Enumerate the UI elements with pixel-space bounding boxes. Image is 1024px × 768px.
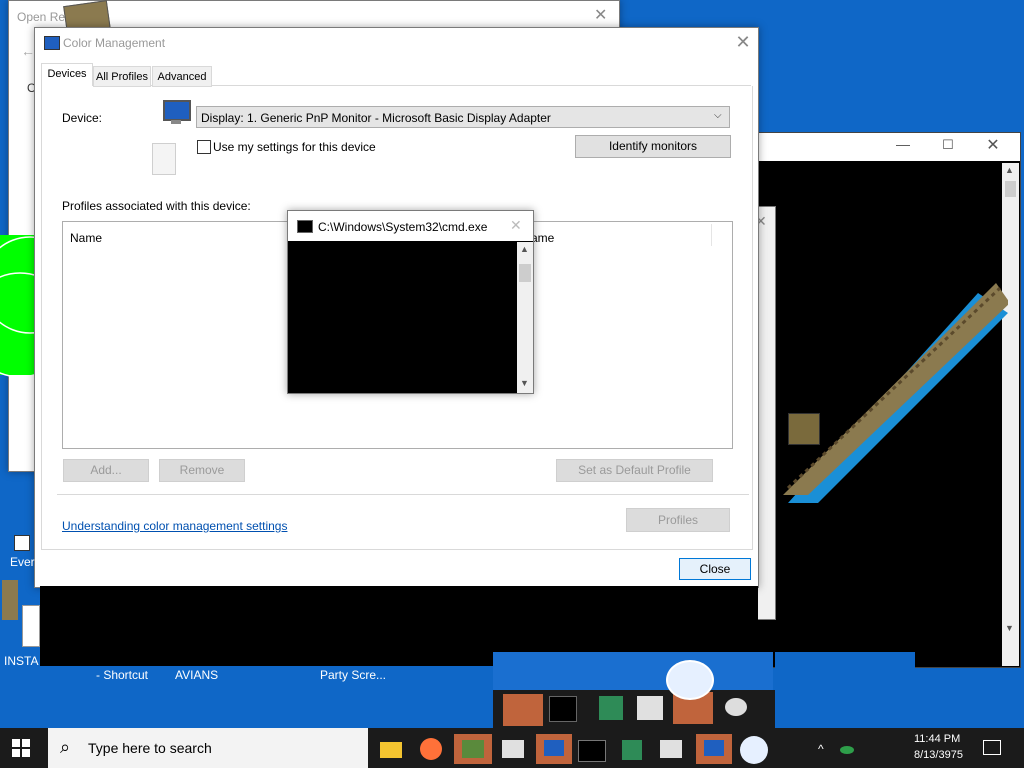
device-dropdown-value: Display: 1. Generic PnP Monitor - Micros…: [201, 111, 551, 125]
desktop-label-ever[interactable]: Ever: [10, 555, 35, 569]
tab-advanced[interactable]: Advanced: [152, 66, 212, 87]
start-icon[interactable]: [12, 739, 30, 757]
scroll-down-icon[interactable]: ▼: [1005, 623, 1014, 633]
cmd-scroll-up-icon[interactable]: ▲: [520, 244, 529, 254]
chevron-down-icon: ⌵: [714, 110, 722, 121]
color-management-taskbar-icon[interactable]: [696, 734, 732, 764]
device-settings-icon: [152, 143, 176, 175]
close-button[interactable]: Close: [679, 558, 751, 580]
search-icon: ⌕: [60, 737, 71, 757]
identify-monitors-button[interactable]: Identify monitors: [575, 135, 731, 158]
info-taskbar-icon[interactable]: [738, 734, 770, 764]
profiles-label: Profiles associated with this device:: [62, 199, 251, 213]
device-dropdown[interactable]: Display: 1. Generic PnP Monitor - Micros…: [196, 106, 730, 128]
cmd-scroll-down-icon[interactable]: ▼: [520, 378, 529, 388]
cmd-window[interactable]: C:\Windows\System32\cmd.exe ✕ ▲ ▼: [287, 210, 534, 394]
notification-icon[interactable]: [983, 740, 1001, 755]
separator-line: [57, 494, 749, 495]
desktop-label-party[interactable]: Party Scre...: [320, 668, 386, 682]
maximize-icon[interactable]: ☐: [933, 137, 963, 159]
monitor-icon: [161, 100, 191, 124]
task-icon-monitor[interactable]: [536, 734, 572, 764]
set-default-profile-button[interactable]: Set as Default Profile: [556, 459, 713, 482]
document-icon[interactable]: [22, 605, 40, 647]
ghost-cmd-icon[interactable]: [549, 696, 577, 722]
cmd-close-icon[interactable]: ✕: [510, 217, 522, 234]
desktop-label-shortcut[interactable]: - Shortcut: [96, 668, 148, 682]
name-column-header-right[interactable]: ame: [531, 231, 554, 245]
open-recent-title: Open Rec: [17, 10, 72, 24]
search-placeholder: Type here to search: [88, 740, 212, 756]
green-app-icon[interactable]: [616, 734, 648, 764]
tab-all-profiles[interactable]: All Profiles: [93, 66, 151, 87]
cmd-icon: [297, 220, 313, 233]
info-badge-icon: [666, 660, 714, 700]
desktop-label-insta[interactable]: INSTA: [4, 654, 38, 668]
dialog-close-icon[interactable]: ✕: [728, 28, 758, 58]
close-icon[interactable]: ✕: [978, 135, 1008, 157]
small-image-icon: [788, 413, 820, 445]
shortcut-icon[interactable]: [14, 535, 30, 551]
add-button[interactable]: Add...: [63, 459, 149, 482]
color-management-icon: [44, 36, 60, 50]
insta-icon[interactable]: [2, 580, 18, 620]
window-app-icon[interactable]: [498, 734, 530, 764]
taskbar-date[interactable]: 8/13/3975: [914, 749, 963, 761]
tab-devices[interactable]: Devices: [41, 63, 93, 86]
taskbar-search-box[interactable]: ⌕ Type here to search: [48, 728, 368, 768]
diagonal-log-graphic: [783, 283, 1008, 503]
ghost-app-icon[interactable]: [599, 696, 623, 720]
firefox-icon[interactable]: [416, 734, 448, 764]
use-settings-checkbox[interactable]: [197, 140, 211, 154]
background-black-window[interactable]: — ☐ ✕ ▲ ▼: [757, 132, 1021, 668]
ghost-disk-icon[interactable]: [725, 698, 747, 716]
dialog-title: Color Management: [63, 36, 166, 50]
scroll-up-icon[interactable]: ▲: [1005, 165, 1014, 175]
remove-button[interactable]: Remove: [159, 459, 245, 482]
scroll-thumb[interactable]: [1005, 181, 1016, 197]
chevron-up-icon[interactable]: ^: [818, 742, 824, 756]
minimize-icon[interactable]: —: [888, 136, 918, 158]
cmd-title: C:\Windows\System32\cmd.exe: [318, 220, 488, 234]
cmd-scroll-thumb[interactable]: [519, 264, 531, 282]
understanding-link[interactable]: Understanding color management settings: [62, 519, 287, 533]
file-explorer-icon[interactable]: [374, 734, 406, 764]
name-column-header[interactable]: Name: [70, 231, 102, 245]
taskbar-time[interactable]: 11:44 PM: [914, 733, 960, 745]
tray-ghost-block: [775, 652, 915, 728]
device-label: Device:: [62, 111, 103, 125]
use-settings-label[interactable]: Use my settings for this device: [213, 140, 376, 154]
open-recent-close-icon[interactable]: ✕: [594, 5, 607, 25]
network-icon[interactable]: [840, 746, 854, 754]
ghost-window-icon[interactable]: [637, 696, 663, 720]
taskbar-ghost-strip: [493, 652, 773, 692]
paint-app-icon[interactable]: [454, 734, 492, 764]
cmd-scrollbar[interactable]: ▲ ▼: [517, 242, 533, 393]
open-recent-back-icon[interactable]: ←: [21, 43, 35, 59]
ghost-task-icon-1[interactable]: [503, 694, 543, 726]
desktop-label-avians[interactable]: AVIANS: [175, 668, 218, 682]
cmd-taskbar-icon[interactable]: [576, 734, 608, 764]
taskbar-ghost-row: [493, 690, 813, 728]
column-divider: [711, 224, 712, 246]
profiles-button[interactable]: Profiles: [626, 508, 730, 532]
window-app-icon-2[interactable]: [656, 734, 688, 764]
